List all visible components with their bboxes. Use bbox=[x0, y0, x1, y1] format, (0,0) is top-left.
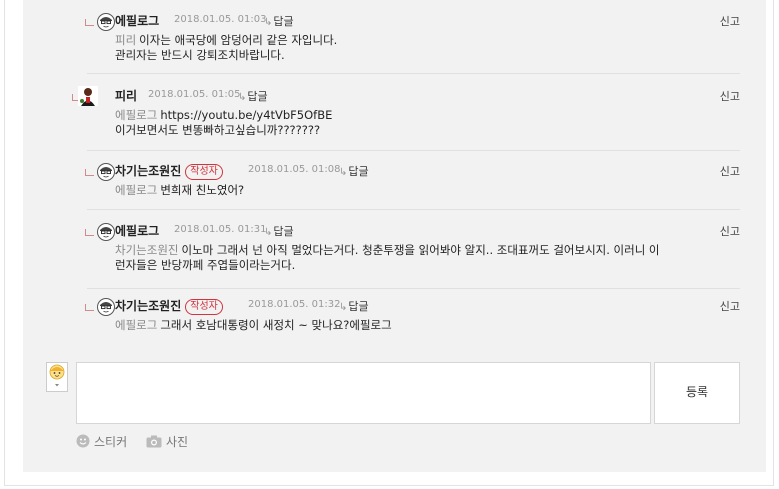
avatar[interactable] bbox=[97, 298, 115, 316]
mention[interactable]: 차기는조원진 bbox=[115, 243, 178, 257]
reply-arrow-icon: ↳ bbox=[264, 227, 273, 238]
comment-text: 이자는 애국당에 암덩어리 같은 자입니다. bbox=[139, 33, 338, 47]
reply-button[interactable]: ↳답글 bbox=[264, 13, 294, 29]
avatar[interactable] bbox=[97, 223, 115, 241]
comment-body: 에필로그 변희재 친노였어? bbox=[115, 183, 745, 198]
comment-text: 관리자는 반드시 강퇴조치바랍니다. bbox=[115, 48, 285, 62]
comment-panel: 에필로그 2018.01.05. 01:03 ↳답글 신고 피리 이자는 애국당에… bbox=[23, 0, 766, 472]
comment-date: 2018.01.05. 01:08 bbox=[248, 164, 341, 175]
comment-item: 피리 2018.01.05. 01:05 ↳답글 신고 에필로그 https://… bbox=[23, 83, 766, 151]
comment-item: 에필로그 2018.01.05. 01:03 ↳답글 신고 피리 이자는 애국당에… bbox=[23, 8, 766, 74]
report-button[interactable]: 신고 bbox=[720, 223, 740, 239]
comment-item: 차기는조원진 작성자 2018.01.05. 01:08 ↳답글 신고 에필로그 변… bbox=[23, 158, 766, 210]
reply-label: 답글 bbox=[247, 90, 268, 103]
photo-label: 사진 bbox=[166, 435, 189, 449]
avatar[interactable] bbox=[78, 86, 98, 106]
divider bbox=[87, 73, 740, 74]
sticker-label: 스티커 bbox=[94, 435, 128, 449]
reply-button[interactable]: ↳답글 bbox=[264, 223, 294, 239]
comment-date: 2018.01.05. 01:03 bbox=[174, 14, 267, 25]
avatar-icon bbox=[49, 364, 65, 387]
camera-icon bbox=[146, 435, 162, 448]
comment-body: 에필로그 그래서 호남대통령이 새정치 ~ 맞나요?에필로그 bbox=[115, 318, 745, 333]
report-button[interactable]: 신고 bbox=[720, 298, 740, 314]
divider bbox=[87, 209, 740, 210]
comment-author[interactable]: 차기는조원진 작성자 bbox=[115, 162, 223, 180]
sticker-icon bbox=[76, 434, 90, 448]
sticker-button[interactable]: 스티커 bbox=[76, 433, 127, 450]
reply-label: 답글 bbox=[273, 15, 294, 28]
report-button[interactable]: 신고 bbox=[720, 13, 740, 29]
comment-text: 런자들은 반당까페 주엽들이라는거다. bbox=[115, 258, 296, 272]
comment-body: 차기는조원진 이노마 그래서 넌 아직 멀었다는거다. 청춘투쟁을 읽어봐야 알지… bbox=[115, 243, 745, 273]
reply-label: 답글 bbox=[273, 225, 294, 238]
author-badge: 작성자 bbox=[185, 164, 223, 180]
reply-indent-icon bbox=[85, 169, 94, 176]
author-name: 차기는조원진 bbox=[115, 299, 182, 313]
comment-link[interactable]: https://youtu.be/y4tVbF5OfBE bbox=[160, 108, 332, 122]
comment-date: 2018.01.05. 01:31 bbox=[174, 224, 267, 235]
photo-button[interactable]: 사진 bbox=[146, 433, 188, 450]
comment-item: 차기는조원진 작성자 2018.01.05. 01:32 ↳답글 신고 에필로그 그… bbox=[23, 293, 766, 343]
comment-text: 변희재 친노였어? bbox=[160, 183, 245, 197]
reply-arrow-icon: ↳ bbox=[264, 17, 273, 28]
mention[interactable]: 에필로그 bbox=[115, 183, 157, 197]
comment-date: 2018.01.05. 01:05 bbox=[148, 89, 241, 100]
report-button[interactable]: 신고 bbox=[720, 163, 740, 179]
reply-arrow-icon: ↳ bbox=[339, 302, 348, 313]
comment-author[interactable]: 에필로그 bbox=[115, 12, 159, 29]
comment-input[interactable] bbox=[76, 362, 651, 424]
reply-indent-icon bbox=[85, 229, 94, 236]
comment-date: 2018.01.05. 01:32 bbox=[248, 299, 341, 310]
reply-button[interactable]: ↳답글 bbox=[339, 298, 369, 314]
divider bbox=[87, 288, 740, 289]
reply-arrow-icon: ↳ bbox=[238, 92, 247, 103]
comment-author[interactable]: 에필로그 bbox=[115, 222, 159, 239]
comment-write-area: 등록 스티커 사진 bbox=[23, 362, 766, 462]
divider bbox=[87, 150, 740, 151]
report-button[interactable]: 신고 bbox=[720, 88, 740, 104]
comment-author[interactable]: 차기는조원진 작성자 bbox=[115, 297, 223, 315]
comment-body: 피리 이자는 애국당에 암덩어리 같은 자입니다. 관리자는 반드시 강퇴조치바랍… bbox=[115, 33, 745, 63]
author-name: 차기는조원진 bbox=[115, 164, 182, 178]
comment-text: 그래서 호남대통령이 새정치 ~ 맞나요?에필로그 bbox=[160, 318, 392, 332]
reply-indent-icon bbox=[85, 19, 94, 26]
reply-label: 답글 bbox=[348, 300, 369, 313]
reply-label: 답글 bbox=[348, 165, 369, 178]
mention[interactable]: 피리 bbox=[115, 33, 136, 47]
avatar[interactable] bbox=[97, 13, 115, 31]
mention[interactable]: 에필로그 bbox=[115, 318, 157, 332]
author-badge: 작성자 bbox=[185, 299, 223, 315]
reply-indent-icon bbox=[85, 304, 94, 311]
avatar[interactable] bbox=[97, 163, 115, 181]
reply-button[interactable]: ↳답글 bbox=[238, 88, 268, 104]
submit-button[interactable]: 등록 bbox=[654, 362, 740, 424]
reply-button[interactable]: ↳답글 bbox=[339, 163, 369, 179]
comment-text: 이거보면서도 변똥빠하고싶습니까??????? bbox=[115, 123, 321, 137]
comment-text: 이노마 그래서 넌 아직 멀었다는거다. 청춘투쟁을 읽어봐야 알지.. 조대표… bbox=[181, 243, 660, 257]
comment-item: 에필로그 2018.01.05. 01:31 ↳답글 신고 차기는조원진 이노마 … bbox=[23, 218, 766, 289]
comment-author[interactable]: 피리 bbox=[115, 87, 137, 104]
comment-body: 에필로그 https://youtu.be/y4tVbF5OfBE 이거보면서도 … bbox=[115, 108, 745, 138]
my-avatar-button[interactable] bbox=[46, 362, 68, 392]
reply-arrow-icon: ↳ bbox=[339, 167, 348, 178]
mention[interactable]: 에필로그 bbox=[115, 108, 157, 122]
comment-area: 에필로그 2018.01.05. 01:03 ↳답글 신고 피리 이자는 애국당에… bbox=[4, 0, 774, 486]
